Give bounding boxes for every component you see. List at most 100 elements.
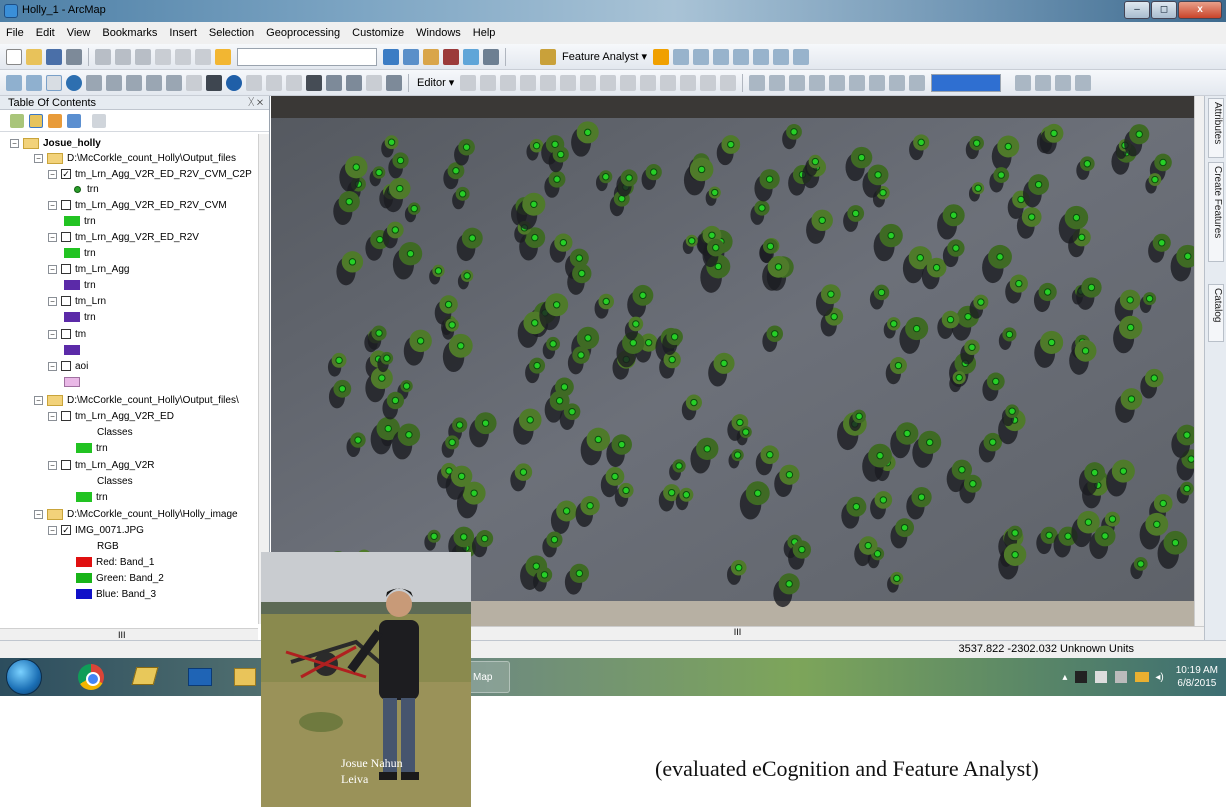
image-tool-icon[interactable]	[889, 74, 906, 91]
detected-tree-point[interactable]	[997, 171, 1005, 179]
detected-tree-point[interactable]	[735, 563, 743, 572]
image-tool-icon[interactable]	[849, 74, 866, 91]
collapse-icon[interactable]: −	[10, 138, 19, 148]
attributes-icon[interactable]	[680, 74, 697, 91]
image-tool-icon[interactable]	[769, 74, 786, 91]
menu-edit[interactable]: Edit	[36, 27, 55, 39]
detected-tree-point[interactable]	[532, 141, 541, 150]
detected-tree-point[interactable]	[774, 263, 783, 271]
detected-tree-point[interactable]	[1005, 330, 1014, 339]
group-layer-row[interactable]: − D:\McCorkle_count_Holly\Holly_image	[34, 507, 238, 522]
detected-tree-point[interactable]	[562, 507, 571, 515]
collapse-icon[interactable]: −	[48, 232, 57, 242]
measure-icon[interactable]	[286, 74, 302, 91]
detected-tree-point[interactable]	[352, 163, 360, 171]
detected-tree-point[interactable]	[559, 238, 568, 247]
detected-tree-point[interactable]	[618, 440, 626, 449]
detected-tree-point[interactable]	[625, 174, 633, 182]
menu-view[interactable]: View	[67, 27, 91, 39]
detected-tree-point[interactable]	[1050, 129, 1058, 138]
clock[interactable]: 10:19 AM 6/8/2015	[1176, 664, 1218, 690]
cut-polygons-icon[interactable]	[620, 74, 637, 91]
cut-icon[interactable]	[95, 48, 111, 65]
detected-tree-point[interactable]	[969, 480, 977, 488]
detected-tree-point[interactable]	[577, 351, 585, 359]
toc-pin-close-icon[interactable]: ᚷ ✕	[248, 96, 263, 110]
detected-tree-point[interactable]	[874, 171, 882, 179]
detected-tree-point[interactable]	[852, 502, 861, 511]
volume-icon[interactable]: ◂)	[1155, 672, 1163, 683]
add-data-icon[interactable]	[215, 48, 231, 65]
detected-tree-point[interactable]	[690, 398, 698, 407]
menu-windows[interactable]: Windows	[416, 27, 461, 39]
learner-icon[interactable]	[653, 48, 670, 65]
detected-tree-point[interactable]	[557, 150, 565, 159]
detected-tree-point[interactable]	[754, 489, 762, 497]
reshape-icon[interactable]	[600, 74, 617, 91]
fa-tool-icon[interactable]	[753, 48, 770, 65]
detected-tree-point[interactable]	[533, 361, 541, 370]
detected-tree-point[interactable]	[650, 168, 658, 176]
detected-tree-point[interactable]	[594, 435, 602, 444]
zoom-out-icon[interactable]	[26, 74, 42, 91]
detected-tree-point[interactable]	[586, 501, 594, 510]
detected-tree-point[interactable]	[855, 412, 863, 421]
detected-tree-point[interactable]	[887, 231, 895, 240]
collapse-icon[interactable]: −	[48, 361, 57, 371]
detected-tree-point[interactable]	[470, 489, 478, 497]
layer-row[interactable]: − tm_Lrn_Agg_V2R_ED_R2V_CVM	[48, 198, 227, 213]
detected-tree-point[interactable]	[1150, 374, 1158, 382]
detected-tree-point[interactable]	[458, 190, 467, 198]
detected-tree-point[interactable]	[697, 165, 706, 174]
detected-tree-point[interactable]	[736, 418, 744, 427]
find-icon[interactable]	[306, 74, 322, 91]
detected-tree-point[interactable]	[550, 535, 559, 544]
detected-tree-point[interactable]	[553, 175, 561, 183]
detected-tree-point[interactable]	[345, 197, 353, 206]
detected-tree-point[interactable]	[532, 562, 540, 570]
detected-tree-point[interactable]	[455, 421, 464, 429]
detected-tree-point[interactable]	[519, 468, 528, 476]
detected-tree-point[interactable]	[560, 383, 569, 391]
detected-tree-point[interactable]	[733, 451, 742, 459]
detected-tree-point[interactable]	[1047, 338, 1056, 347]
select-features-icon[interactable]	[166, 74, 182, 91]
detected-tree-point[interactable]	[376, 235, 384, 244]
list-by-drawing-order-icon[interactable]	[10, 113, 24, 128]
feature-analyst-icon[interactable]	[540, 48, 556, 65]
layer-visibility-checkbox[interactable]	[61, 264, 71, 275]
map-view[interactable]	[271, 96, 1194, 626]
detected-tree-point[interactable]	[416, 337, 425, 345]
layer-row[interactable]: − ✓ IMG_0071.JPG	[48, 523, 144, 538]
detected-tree-point[interactable]	[632, 320, 640, 328]
split-icon[interactable]	[640, 74, 657, 91]
detected-tree-point[interactable]	[348, 258, 357, 266]
list-by-visibility-icon[interactable]	[48, 113, 62, 128]
detected-tree-point[interactable]	[406, 249, 415, 258]
image-tool-icon[interactable]	[829, 74, 846, 91]
detected-tree-point[interactable]	[946, 315, 955, 324]
detected-tree-point[interactable]	[1017, 195, 1025, 204]
detected-tree-point[interactable]	[335, 356, 343, 365]
detected-tree-point[interactable]	[383, 354, 391, 362]
detected-tree-point[interactable]	[1064, 532, 1072, 540]
detected-tree-point[interactable]	[925, 438, 934, 447]
html-popup-icon[interactable]	[266, 74, 282, 91]
detected-tree-point[interactable]	[602, 173, 610, 181]
maximize-button[interactable]: ◻	[1151, 1, 1177, 19]
detected-tree-point[interactable]	[540, 571, 549, 579]
detected-tree-point[interactable]	[391, 396, 400, 405]
detected-tree-point[interactable]	[1126, 296, 1134, 304]
detected-tree-point[interactable]	[703, 445, 711, 453]
detected-tree-point[interactable]	[402, 382, 411, 390]
layer-visibility-checkbox[interactable]: ✓	[61, 169, 71, 180]
detected-tree-point[interactable]	[682, 491, 691, 499]
print-icon[interactable]	[66, 48, 82, 65]
collapse-icon[interactable]: −	[48, 296, 57, 306]
detected-tree-point[interactable]	[727, 140, 735, 149]
close-button[interactable]: x	[1178, 1, 1222, 19]
tray-app-icon[interactable]	[1075, 671, 1088, 683]
detected-tree-point[interactable]	[1151, 175, 1159, 184]
clear-selection-icon[interactable]	[186, 74, 202, 91]
minimize-button[interactable]: –	[1124, 1, 1150, 19]
